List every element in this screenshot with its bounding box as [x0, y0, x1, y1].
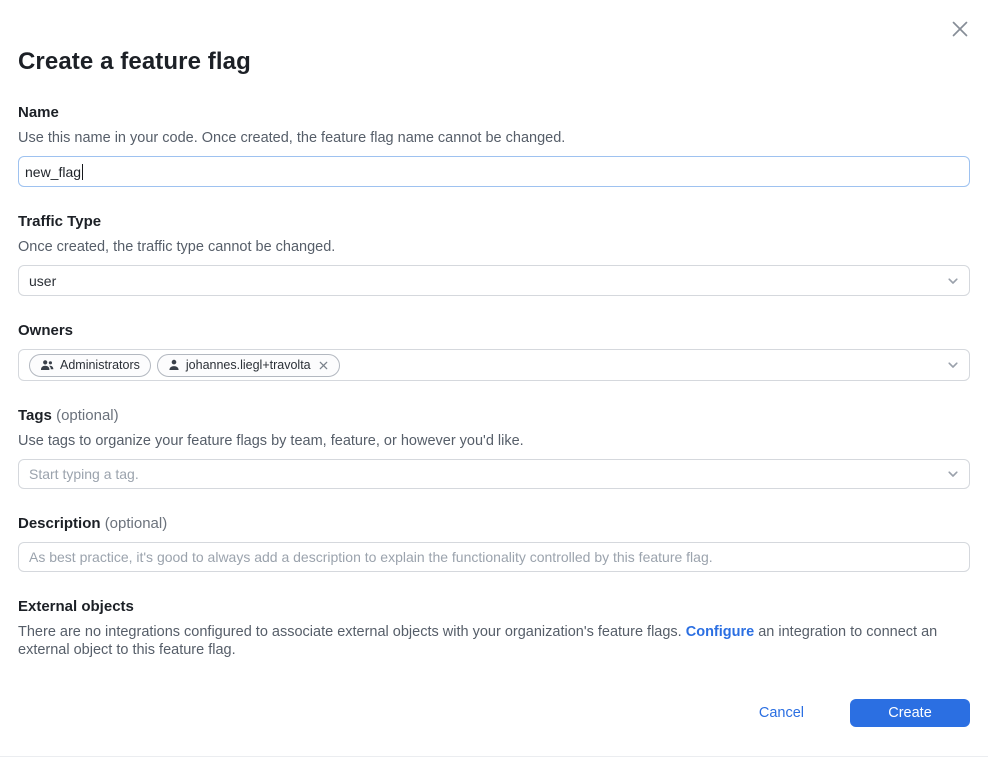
tags-field-group: Tags (optional) Use tags to organize you… — [18, 407, 970, 489]
name-input[interactable] — [18, 156, 970, 187]
tags-label: Tags (optional) — [18, 407, 970, 425]
traffic-type-label: Traffic Type — [18, 213, 970, 231]
owners-label: Owners — [18, 322, 970, 340]
owner-chip-user[interactable]: johannes.liegl+travolta — [157, 354, 340, 377]
name-field-group: Name Use this name in your code. Once cr… — [18, 104, 970, 187]
description-optional-suffix: (optional) — [105, 515, 168, 532]
traffic-type-selected-value: user — [29, 273, 56, 289]
create-button[interactable]: Create — [850, 699, 970, 727]
traffic-type-description: Once created, the traffic type cannot be… — [18, 238, 970, 256]
chevron-down-icon — [946, 274, 960, 288]
name-description: Use this name in your code. Once created… — [18, 129, 970, 147]
owners-chips: Administrators johannes.liegl+travolta — [29, 354, 340, 377]
external-objects-text: There are no integrations configured to … — [18, 623, 970, 659]
remove-owner-icon[interactable] — [318, 360, 329, 371]
chevron-down-icon — [946, 358, 960, 372]
create-feature-flag-modal: Create a feature flag Name Use this name… — [0, 0, 988, 763]
owner-chip-administrators[interactable]: Administrators — [29, 354, 151, 377]
person-icon — [168, 359, 180, 371]
description-label: Description (optional) — [18, 515, 970, 533]
cancel-button[interactable]: Cancel — [759, 705, 804, 721]
tags-description: Use tags to organize your feature flags … — [18, 432, 970, 450]
description-label-text: Description — [18, 515, 101, 532]
group-icon — [40, 359, 54, 371]
external-objects-text-before: There are no integrations configured to … — [18, 624, 686, 640]
owner-chip-label: Administrators — [60, 358, 140, 372]
tags-label-text: Tags — [18, 407, 52, 424]
page-title: Create a feature flag — [18, 0, 970, 78]
tags-optional-suffix: (optional) — [56, 407, 119, 424]
configure-link[interactable]: Configure — [686, 624, 754, 640]
traffic-type-field-group: Traffic Type Once created, the traffic t… — [18, 213, 970, 296]
owners-select[interactable]: Administrators johannes.liegl+travolta — [18, 349, 970, 381]
tags-input[interactable] — [18, 459, 970, 489]
owner-chip-label: johannes.liegl+travolta — [186, 358, 311, 372]
description-input[interactable] — [18, 542, 970, 572]
modal-footer: Cancel Create — [18, 699, 970, 727]
traffic-type-select[interactable]: user — [18, 265, 970, 296]
bottom-divider — [0, 756, 988, 757]
external-objects-label: External objects — [18, 598, 970, 616]
close-icon[interactable] — [947, 16, 973, 42]
name-label: Name — [18, 104, 970, 122]
description-field-group: Description (optional) — [18, 515, 970, 572]
external-objects-section: External objects There are no integratio… — [18, 598, 970, 659]
owners-field-group: Owners Administrators — [18, 322, 970, 381]
